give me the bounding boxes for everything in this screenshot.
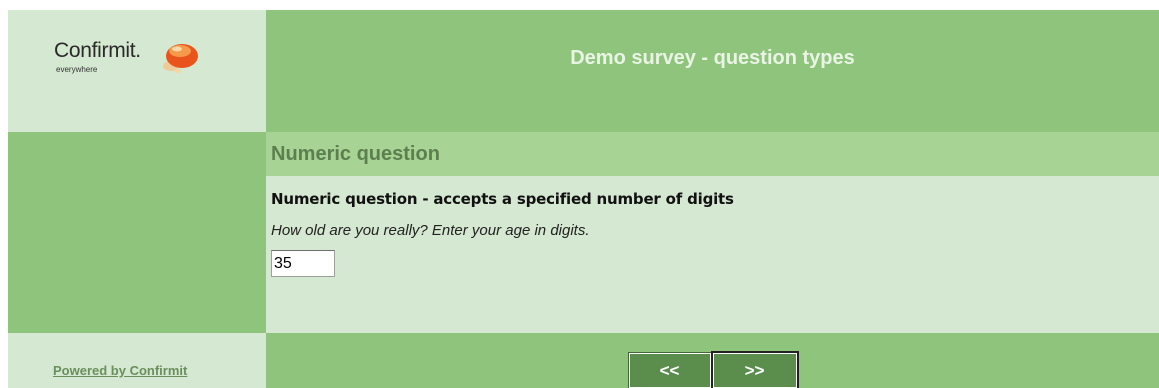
survey-frame: Confirmit. everywhere Demo survey - ques… <box>8 10 1159 388</box>
footer-left: Powered by Confirmit <box>8 333 266 388</box>
question-text: How old are you really? Enter your age i… <box>271 222 590 239</box>
left-sidebar <box>8 132 266 333</box>
logo-wordmark: Confirmit. <box>54 39 141 62</box>
section-header: Numeric question <box>266 132 1159 176</box>
powered-by-link[interactable]: Powered by Confirmit <box>53 363 187 378</box>
survey-title: Demo survey - question types <box>570 47 855 69</box>
logo-cell: Confirmit. everywhere <box>8 10 266 132</box>
speech-bubble-icon <box>163 44 198 73</box>
section-title: Numeric question <box>271 142 440 165</box>
navigation-bar: << >> <box>266 333 1159 388</box>
header: Demo survey - question types <box>266 10 1159 132</box>
age-input[interactable] <box>271 250 335 277</box>
back-button[interactable]: << <box>627 352 712 388</box>
question-content: Numeric question - accepts a specified n… <box>266 176 1159 277</box>
question-title: Numeric question - accepts a specified n… <box>271 190 734 208</box>
logo-tagline: everywhere <box>56 65 98 74</box>
next-button[interactable]: >> <box>710 351 799 388</box>
question-area: Numeric question Numeric question - acce… <box>266 132 1159 333</box>
confirmit-logo: Confirmit. everywhere <box>54 39 214 81</box>
